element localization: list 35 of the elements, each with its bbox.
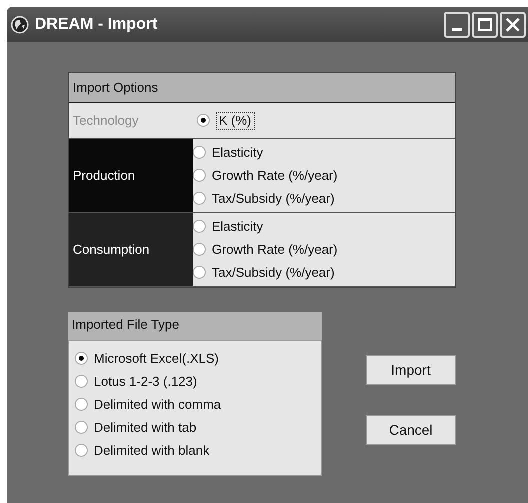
row-header: Consumption xyxy=(69,213,193,286)
option-label: Lotus 1-2-3 (.123) xyxy=(94,374,198,390)
option-label: Growth Rate (%/year) xyxy=(212,242,338,258)
radio-button[interactable] xyxy=(75,375,88,388)
radio-button[interactable] xyxy=(193,169,206,182)
option-label: Microsoft Excel(.XLS) xyxy=(94,350,219,366)
radio-button[interactable] xyxy=(193,192,206,205)
panel-header: Import Options xyxy=(69,73,455,103)
maximize-button[interactable] xyxy=(472,12,498,38)
row-header: Production xyxy=(69,139,193,212)
radio-button[interactable] xyxy=(193,266,206,279)
option-label: Elasticity xyxy=(212,218,264,234)
window-title: DREAM - Import xyxy=(35,14,158,34)
radio-button[interactable] xyxy=(75,398,88,411)
option-label: Delimited with comma xyxy=(94,396,222,412)
minimize-button[interactable] xyxy=(444,12,470,38)
option-label: K (%) xyxy=(216,112,254,130)
option-label: Growth Rate (%/year) xyxy=(212,168,338,184)
radio-button[interactable] xyxy=(75,421,88,434)
close-button[interactable] xyxy=(500,12,526,38)
option-label: Delimited with blank xyxy=(94,442,210,458)
radio-button[interactable] xyxy=(75,352,88,365)
radio-button[interactable] xyxy=(193,146,206,159)
option-label: Tax/Subsidy (%/year) xyxy=(212,264,335,280)
option-label: Elasticity xyxy=(212,144,264,160)
close-icon xyxy=(506,18,520,32)
dialog-button[interactable]: Import xyxy=(366,355,456,385)
dialog-button[interactable]: Cancel xyxy=(366,415,456,445)
option-label: Delimited with tab xyxy=(94,420,197,436)
radio-button[interactable] xyxy=(193,220,206,233)
radio-button[interactable] xyxy=(193,243,206,256)
option-label: Tax/Subsidy (%/year) xyxy=(212,190,335,206)
radio-button[interactable] xyxy=(75,444,88,457)
globe-icon xyxy=(11,16,29,34)
panel-header: Imported File Type xyxy=(68,312,322,340)
